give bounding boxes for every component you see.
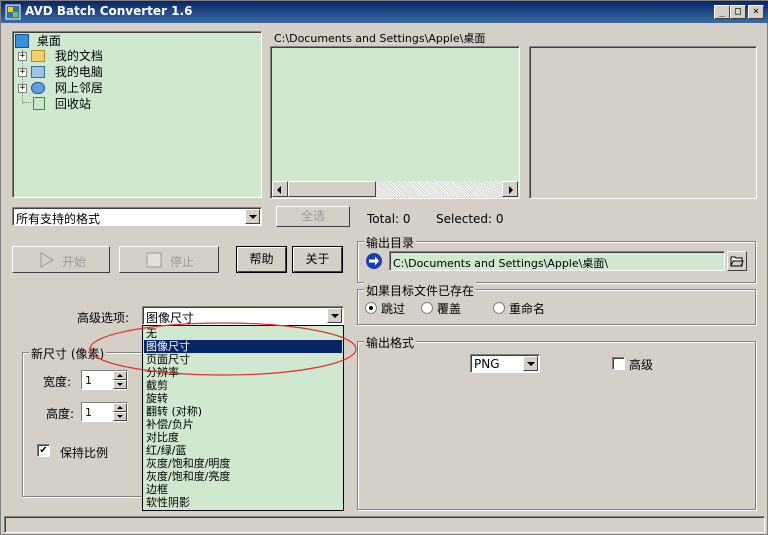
output-format-select[interactable]: PNG — [470, 354, 540, 373]
dropdown-item-rgb[interactable]: 红/绿/蓝 — [144, 444, 342, 457]
dropdown-item-flip[interactable]: 翻转 (对称) — [144, 405, 342, 418]
horizontal-scrollbar[interactable] — [272, 181, 518, 197]
stop-icon — [146, 252, 162, 268]
height-value: 1 — [85, 406, 92, 419]
tree-item-network[interactable]: 网上邻居 — [31, 80, 103, 96]
about-button[interactable]: 关于 — [292, 246, 343, 273]
close-button[interactable]: × — [748, 5, 764, 19]
scroll-right-button[interactable] — [502, 181, 518, 197]
output-format-group — [357, 341, 756, 510]
output-format-value: PNG — [474, 357, 500, 371]
tree-item-recycle-bin[interactable]: 回收站 — [31, 96, 91, 112]
chevron-down-icon[interactable] — [245, 209, 260, 224]
output-dir-group-label: 输出目录 — [364, 234, 417, 251]
browse-folder-button[interactable] — [727, 251, 747, 271]
rename-label: 重命名 — [509, 302, 546, 316]
computer-icon — [31, 66, 45, 78]
tree-item-label: 我的文档 — [54, 49, 103, 63]
play-icon — [40, 252, 54, 268]
maximize-button[interactable]: □ — [730, 5, 746, 19]
folder-open-icon — [730, 256, 744, 267]
minimize-button[interactable]: _ — [714, 5, 730, 19]
tree-item-label: 网上邻居 — [54, 81, 103, 95]
checkmark-icon: ✔ — [39, 445, 48, 456]
folder-tree[interactable]: 桌面 + 我的文档 + 我的电脑 + 网上邻居 回收站 — [12, 31, 262, 198]
arrow-right-icon — [509, 186, 513, 194]
keep-ratio-checkbox[interactable]: ✔ — [37, 444, 50, 457]
network-icon — [31, 82, 45, 94]
recycle-bin-icon — [33, 97, 45, 110]
app-window: AVD Batch Converter 1.6 _ □ × 桌面 + 我的文档 … — [0, 0, 768, 535]
desktop-icon — [15, 34, 29, 48]
dropdown-item-rotate[interactable]: 旋转 — [144, 392, 342, 405]
expand-icon[interactable]: + — [18, 68, 27, 77]
arrow-right-circle-icon — [366, 253, 382, 269]
status-bar — [4, 516, 765, 533]
window-title: AVD Batch Converter 1.6 — [25, 4, 193, 18]
start-button[interactable]: 开始 — [12, 246, 110, 273]
arrow-left-icon — [277, 186, 281, 194]
file-list-path: C:\Documents and Settings\Apple\桌面 — [274, 32, 486, 45]
decrement-icon[interactable] — [113, 412, 127, 421]
increment-icon[interactable] — [113, 403, 127, 412]
stop-label: 停止 — [170, 255, 195, 269]
scroll-track[interactable] — [376, 181, 502, 197]
file-list[interactable] — [270, 46, 520, 199]
output-format-group-label: 输出格式 — [364, 334, 417, 351]
dropdown-item-crop[interactable]: 截剪 — [144, 379, 342, 392]
skip-radio[interactable] — [365, 302, 377, 314]
folder-icon — [31, 50, 45, 62]
width-label: 宽度: — [43, 375, 72, 389]
dropdown-item-hsb[interactable]: 灰度/饱和度/亮度 — [144, 470, 342, 483]
output-dir-value: C:\Documents and Settings\Apple\桌面\ — [393, 257, 609, 270]
app-icon — [5, 4, 21, 20]
start-label: 开始 — [62, 255, 87, 269]
height-stepper[interactable]: 1 — [81, 402, 128, 422]
stop-button[interactable]: 停止 — [119, 246, 219, 273]
tree-item-desktop[interactable]: 桌面 — [15, 33, 61, 49]
keep-ratio-label: 保持比例 — [60, 446, 109, 460]
overwrite-label: 覆盖 — [437, 302, 462, 316]
annotation-ellipse — [89, 322, 357, 376]
tree-connector — [23, 102, 31, 103]
scroll-left-button[interactable] — [272, 181, 288, 197]
overwrite-radio[interactable] — [421, 302, 433, 314]
format-filter-select[interactable]: 所有支持的格式 — [12, 207, 262, 226]
rename-radio[interactable] — [493, 302, 505, 314]
decrement-icon[interactable] — [113, 380, 127, 389]
output-dir-input[interactable]: C:\Documents and Settings\Apple\桌面\ — [389, 251, 725, 271]
select-all-button[interactable]: 全选 — [276, 206, 350, 227]
tree-item-my-documents[interactable]: 我的文档 — [31, 48, 103, 64]
selected-count: Selected: 0 — [436, 212, 504, 226]
help-button[interactable]: 帮助 — [236, 246, 287, 273]
skip-label: 跳过 — [381, 302, 406, 316]
dropdown-item-negative[interactable]: 补偿/负片 — [144, 418, 342, 431]
dropdown-item-soft-shadow[interactable]: 软性阴影 — [144, 496, 342, 509]
tree-item-my-computer[interactable]: 我的电脑 — [31, 64, 103, 80]
tree-item-label: 我的电脑 — [54, 65, 103, 79]
height-label: 高度: — [46, 407, 75, 421]
tree-item-label: 桌面 — [36, 34, 61, 48]
dropdown-item-border[interactable]: 边框 — [144, 483, 342, 496]
advanced-format-label: 高级 — [629, 358, 654, 372]
advanced-format-checkbox[interactable] — [612, 357, 625, 370]
total-count: Total: 0 — [367, 212, 411, 226]
expand-icon[interactable]: + — [18, 52, 27, 61]
dropdown-item-contrast[interactable]: 对比度 — [144, 431, 342, 444]
title-bar[interactable]: AVD Batch Converter 1.6 _ □ × — [1, 1, 768, 23]
exists-group-label: 如果目标文件已存在 — [364, 282, 477, 299]
preview-panel — [529, 46, 757, 199]
scroll-thumb[interactable] — [288, 181, 376, 197]
tree-item-label: 回收站 — [54, 97, 91, 111]
chevron-down-icon[interactable] — [523, 356, 538, 371]
expand-icon[interactable]: + — [18, 84, 27, 93]
dropdown-item-hsl[interactable]: 灰度/饱和度/明度 — [144, 457, 342, 470]
format-filter-value: 所有支持的格式 — [16, 212, 101, 226]
